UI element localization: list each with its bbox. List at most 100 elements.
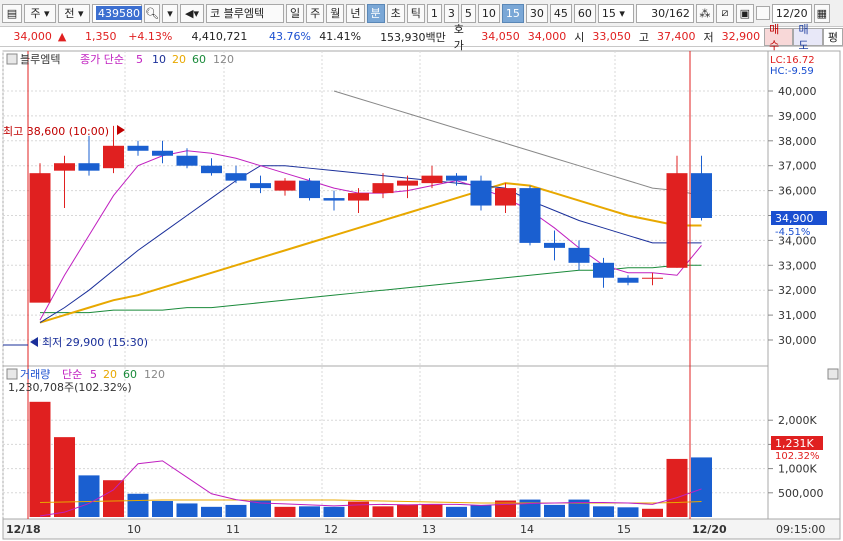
price-tick-label: 39,000: [778, 110, 817, 123]
volume-bar: [421, 503, 443, 517]
hc-value: HC:-9.59: [770, 66, 814, 77]
volume-bar: [299, 506, 320, 517]
speaker-icon[interactable]: ◀▾: [180, 3, 204, 23]
price-ma-120: 120: [213, 53, 234, 66]
x-axis-time: 09:15:00: [776, 523, 825, 536]
open-price: 33,050: [592, 30, 631, 43]
candle-down: [201, 165, 222, 174]
volume-current: 1,230,708주(102.32%): [8, 381, 132, 394]
x-tick-label: 11: [226, 523, 240, 536]
chevron-down-icon[interactable]: ▾: [162, 3, 178, 23]
candle-up: [103, 145, 124, 169]
type-select[interactable]: 전 ▾: [58, 3, 90, 23]
volume-ma-5: 5: [90, 368, 97, 381]
interval-1[interactable]: 1: [426, 3, 442, 23]
volume-bar: [544, 504, 565, 517]
x-tick-label: 12/18: [6, 523, 41, 536]
volume-bar: [372, 506, 394, 517]
count-total: /162: [665, 6, 690, 20]
volume-ma-label: 단순: [62, 368, 82, 381]
volume-bar: [348, 501, 369, 517]
low-price: 32,900: [721, 30, 761, 43]
candle-down: [568, 247, 590, 263]
price-panel[interactable]: [2, 50, 769, 367]
price-tick-label: 37,000: [778, 160, 817, 173]
stock-name-field[interactable]: 코 블루엠텍: [206, 3, 284, 23]
panel-menu-icon[interactable]: [6, 53, 18, 65]
candle-down: [299, 180, 320, 199]
last-price: 34,900: [775, 212, 814, 225]
market-select[interactable]: 주 ▾: [24, 3, 56, 23]
chart-canvas[interactable]: 40,00039,00038,00037,00036,00035,00034,0…: [0, 47, 843, 541]
interval-15[interactable]: 15: [501, 3, 524, 23]
period-year[interactable]: 년: [346, 3, 365, 23]
period-week[interactable]: 주: [306, 3, 325, 23]
trade-amount: 153,930백만: [380, 30, 446, 44]
candle-down: [152, 150, 173, 156]
toolbar: ▤ 주 ▾ 전 ▾ 439580 🔍︎ ▾ ◀▾ 코 블루엠텍 일 주 월 년 …: [0, 0, 843, 27]
candle-up: [421, 175, 443, 184]
stock-code-input[interactable]: 439580: [92, 3, 142, 23]
price-change: 1,350: [84, 30, 117, 43]
price-panel-title: 블루엠텍: [20, 53, 60, 66]
current-price: 34,000: [13, 30, 52, 43]
candle-up: [642, 277, 663, 279]
eval-button[interactable]: 평: [822, 27, 843, 46]
candle-up: [274, 180, 296, 191]
volume-bar: [617, 507, 639, 517]
high-annotation: 최고 38,600 (10:00): [3, 125, 109, 138]
candle-down: [593, 262, 614, 278]
compare-icon[interactable]: ⧄: [715, 3, 734, 23]
volume-bar: [127, 493, 149, 517]
date-checkbox[interactable]: [755, 6, 770, 20]
open-label: 시: [574, 30, 585, 44]
quote-bar: 34,000 ▲ 1,350 +4.13% 4,410,721 43.76% 4…: [0, 23, 843, 52]
volume-bar: [470, 505, 492, 517]
market-label: 주: [30, 7, 41, 20]
save-icon[interactable]: ▣: [735, 3, 754, 23]
pin-icon[interactable]: ⁂: [695, 3, 714, 23]
period-second[interactable]: 초: [386, 3, 405, 23]
volume-title: 거래량: [20, 368, 50, 381]
price-ma-10: 10: [152, 53, 166, 66]
price-ma-60: 60: [192, 53, 206, 66]
volume-ma-120: 120: [144, 368, 165, 381]
candle-down: [617, 277, 639, 283]
panel-close-icon[interactable]: [827, 368, 839, 380]
candle-down: [127, 145, 149, 151]
x-tick-label: 14: [520, 523, 534, 536]
high-price: 37,400: [656, 30, 696, 43]
price-tick-label: 30,000: [778, 334, 817, 347]
code-search-icon[interactable]: 🔍︎: [144, 3, 160, 23]
x-tick-label: 10: [127, 523, 141, 536]
interval-45[interactable]: 45: [549, 3, 572, 23]
interval-select[interactable]: 15 ▾: [597, 3, 634, 23]
sell-button[interactable]: 매도: [793, 23, 823, 52]
period-minute[interactable]: 분: [366, 3, 385, 23]
count-value: 30: [651, 6, 666, 20]
candle-down: [176, 155, 198, 166]
period-month[interactable]: 월: [326, 3, 345, 23]
period-tick[interactable]: 틱: [406, 3, 425, 23]
volume-menu-icon[interactable]: [6, 368, 18, 380]
count-input[interactable]: 30/162: [635, 3, 694, 23]
candle-down: [225, 173, 247, 181]
volume-bar: [152, 501, 173, 517]
buy-button[interactable]: 매수: [764, 23, 794, 52]
candle-up: [495, 188, 516, 206]
period-day[interactable]: 일: [286, 3, 305, 23]
volume-bar: [519, 499, 541, 517]
last-volume-pct: 102.32%: [775, 451, 820, 462]
volume-bar: [323, 506, 345, 517]
volume-bar: [666, 458, 688, 517]
volume-bar: [691, 457, 712, 517]
interval-select-value: 15: [601, 6, 616, 20]
interval-60[interactable]: 60: [573, 3, 596, 23]
chart-settings-button[interactable]: ▤: [2, 3, 22, 23]
interval-10[interactable]: 10: [477, 3, 500, 23]
bid-price: 34,000: [527, 30, 567, 43]
up-arrow-icon: ▲: [57, 30, 67, 43]
candle-up: [397, 180, 418, 186]
volume-bar: [201, 506, 222, 517]
interval-30[interactable]: 30: [525, 3, 548, 23]
